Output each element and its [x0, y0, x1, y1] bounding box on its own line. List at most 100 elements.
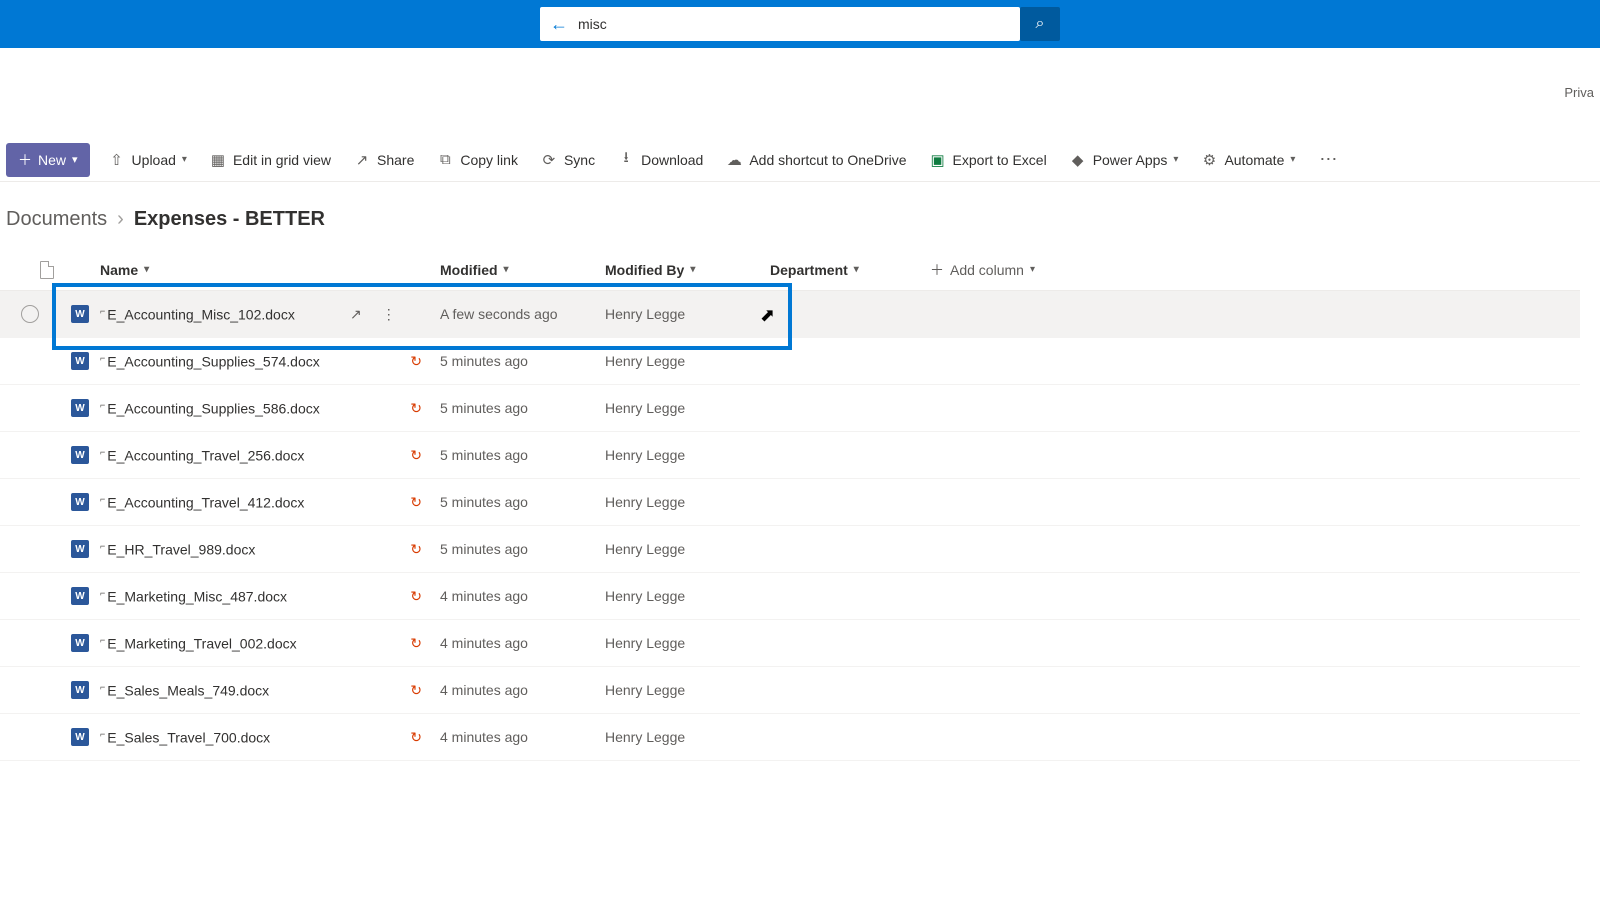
copy-link-label: Copy link [460, 152, 518, 168]
row-share-icon[interactable]: ↗ [350, 306, 362, 323]
excel-icon: ▣ [929, 151, 947, 169]
upload-label: Upload [132, 152, 176, 168]
onedrive-icon: ☁ [725, 151, 743, 169]
download-icon: ⭳ [617, 147, 635, 172]
modified-text: A few seconds ago [440, 306, 558, 322]
column-name-label: Name [100, 262, 138, 278]
copy-link-button[interactable]: ⧉ Copy link [432, 151, 522, 168]
chevron-down-icon: ▾ [854, 264, 859, 275]
automate-button[interactable]: ⚙ Automate ▾ [1196, 151, 1299, 169]
sync-icon: ⟳ [540, 151, 558, 169]
table-row[interactable]: W⌐E_Marketing_Travel_002.docx↻4 minutes … [0, 620, 1580, 667]
file-name[interactable]: ⌐E_Sales_Travel_700.docx [100, 729, 270, 746]
modified-by-text: Henry Legge [605, 494, 685, 510]
search-back-icon[interactable]: ← [550, 14, 568, 35]
modified-text: 4 minutes ago [440, 635, 528, 651]
table-row[interactable]: W⌐E_HR_Travel_989.docx↻5 minutes agoHenr… [0, 526, 1580, 573]
download-label: Download [641, 152, 703, 168]
table-row[interactable]: W⌐E_Sales_Meals_749.docx↻4 minutes agoHe… [0, 667, 1580, 714]
table-row[interactable]: W⌐E_Accounting_Travel_256.docx↻5 minutes… [0, 432, 1580, 479]
modified-by-text: Henry Legge [605, 541, 685, 557]
flow-status-icon: ↻ [410, 494, 422, 511]
table-row[interactable]: W⌐E_Accounting_Misc_102.docxA few second… [0, 291, 1580, 338]
file-name[interactable]: ⌐E_Accounting_Supplies_574.docx [100, 353, 320, 370]
column-modified-by[interactable]: Modified By ▾ [605, 262, 770, 278]
add-shortcut-button[interactable]: ☁ Add shortcut to OneDrive [721, 151, 910, 169]
more-commands-button[interactable]: ⋯ [1313, 149, 1345, 170]
sync-button[interactable]: ⟳ Sync [536, 151, 599, 169]
word-file-icon: W [71, 681, 89, 699]
table-row[interactable]: W ⌐E_Accounting_Supplies_586.docx ↻ 5 minut… [0, 385, 1580, 432]
breadcrumb: Documents › Expenses - BETTER [0, 182, 1600, 249]
power-apps-button[interactable]: ◆ Power Apps ▾ [1065, 151, 1183, 169]
powerapps-icon: ◆ [1069, 151, 1087, 169]
flow-status-icon: ↻ [410, 541, 422, 558]
chevron-down-icon: ▾ [182, 154, 187, 165]
chevron-down-icon: ▾ [690, 264, 695, 275]
flow-status-icon: ↻ [410, 635, 422, 652]
breadcrumb-root[interactable]: Documents [6, 208, 107, 231]
header-select [0, 261, 60, 279]
word-file-icon: W [71, 399, 89, 417]
row-select-circle[interactable] [21, 305, 39, 323]
file-name[interactable]: ⌐E_Marketing_Travel_002.docx [100, 635, 297, 652]
flow-status-icon: ↻ [410, 588, 422, 605]
suite-header: ← ⌕ [0, 0, 1600, 48]
word-file-icon: W [71, 587, 89, 605]
modified-text: 5 minutes ago [440, 447, 528, 463]
column-modified[interactable]: Modified ▾ [440, 262, 605, 278]
share-button[interactable]: ↗ Share [349, 151, 418, 169]
file-name[interactable]: ⌐E_Sales_Meals_749.docx [100, 682, 269, 699]
word-file-icon: W [71, 352, 89, 370]
download-button[interactable]: ⭳ Download [613, 147, 707, 172]
row-more-icon[interactable]: ⋮ [382, 306, 396, 323]
word-file-icon: W [71, 493, 89, 511]
search-input[interactable] [578, 16, 1010, 32]
upload-button[interactable]: ⇧ Upload ▾ [104, 151, 191, 169]
file-name[interactable]: ⌐E_Accounting_Travel_412.docx [100, 494, 304, 511]
modified-by-text: Henry Legge [605, 447, 685, 463]
file-name[interactable]: ⌐E_Marketing_Misc_487.docx [100, 588, 287, 605]
flow-status-icon: ↻ [410, 353, 422, 370]
search-button[interactable]: ⌕ [1020, 7, 1060, 41]
search-container: ← ⌕ [540, 7, 1060, 41]
flow-status-icon: ↻ [410, 400, 422, 417]
modified-by-text: Henry Legge [605, 635, 685, 651]
sync-label: Sync [564, 152, 595, 168]
table-row[interactable]: W⌐E_Accounting_Travel_412.docx↻5 minutes… [0, 479, 1580, 526]
file-name[interactable]: ⌐E_Accounting_Travel_256.docx [100, 447, 304, 464]
breadcrumb-current: Expenses - BETTER [134, 208, 325, 231]
plus-icon: ＋ [18, 150, 32, 170]
flow-status-icon: ↻ [410, 682, 422, 699]
upload-icon: ⇧ [108, 151, 126, 169]
search-box[interactable]: ← [540, 7, 1020, 41]
table-row[interactable]: W ⌐E_Accounting_Supplies_574.docx ↻ 5 minut… [0, 338, 1580, 385]
edit-grid-button[interactable]: ▦ Edit in grid view [205, 151, 335, 169]
column-name[interactable]: Name ▾ [100, 262, 440, 278]
share-icon: ↗ [353, 151, 371, 169]
table-row[interactable]: W⌐E_Marketing_Misc_487.docx↻4 minutes ag… [0, 573, 1580, 620]
modified-by-text: Henry Legge [605, 353, 685, 369]
table-row[interactable]: W⌐E_Sales_Travel_700.docx↻4 minutes agoH… [0, 714, 1580, 761]
modified-by-text: Henry Legge [605, 306, 685, 322]
site-header: Priva [0, 48, 1600, 138]
word-file-icon: W [71, 446, 89, 464]
new-button[interactable]: ＋ New ▾ [6, 143, 90, 177]
chevron-down-icon: ▾ [72, 153, 78, 166]
modified-text: 5 minutes ago [440, 353, 528, 369]
add-column-button[interactable]: ＋ Add column ▾ [930, 260, 1090, 280]
export-excel-button[interactable]: ▣ Export to Excel [925, 151, 1051, 169]
file-name[interactable]: ⌐E_HR_Travel_989.docx [100, 541, 255, 558]
file-name[interactable]: ⌐E_Accounting_Misc_102.docx [100, 306, 295, 323]
column-department[interactable]: Department ▾ [770, 262, 930, 278]
modified-text: 4 minutes ago [440, 729, 528, 745]
chevron-right-icon: › [117, 208, 124, 231]
file-type-icon [40, 261, 54, 279]
chevron-down-icon: ▾ [144, 264, 149, 275]
grid-icon: ▦ [209, 151, 227, 169]
modified-by-text: Henry Legge [605, 682, 685, 698]
modified-text: 5 minutes ago [440, 400, 528, 416]
file-name[interactable]: ⌐E_Accounting_Supplies_586.docx [100, 400, 320, 417]
column-modifiedby-label: Modified By [605, 262, 684, 278]
modified-by-text: Henry Legge [605, 729, 685, 745]
